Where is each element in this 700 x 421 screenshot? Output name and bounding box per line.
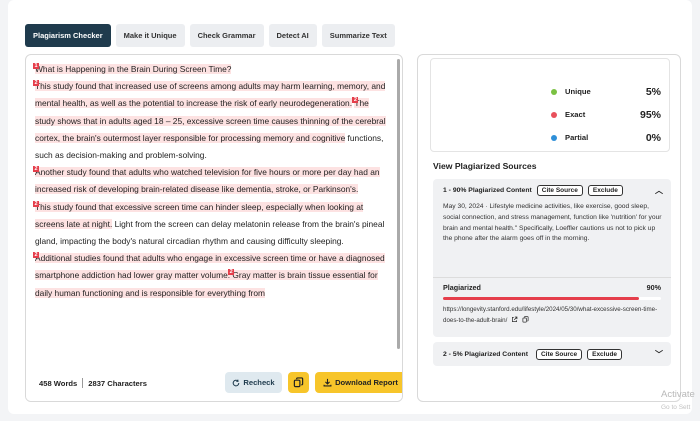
download-icon	[323, 378, 332, 387]
source-card-2: 2 - 5% Plagiarized Content Cite Source E…	[433, 342, 671, 366]
unique-dot	[551, 88, 557, 95]
recheck-button[interactable]: Recheck	[225, 372, 282, 393]
copy-link-icon[interactable]	[522, 316, 529, 323]
stat-percent: 0%	[645, 131, 661, 144]
source-heading: 1 - 90% Plagiarized Content	[443, 187, 532, 194]
source-card-header[interactable]: 2 - 5% Plagiarized Content Cite Source E…	[443, 349, 663, 360]
highlighted-text[interactable]: What is Happening in the Brain During Sc…	[35, 64, 232, 74]
download-label: Download Report	[335, 378, 398, 387]
cite-source-button[interactable]: Cite Source	[536, 185, 583, 196]
stat-exact: Exact 95%	[551, 108, 661, 121]
plagiarized-row: Plagiarized 90%	[443, 283, 661, 292]
activation-watermark-subtext: Go to Sett	[661, 404, 691, 411]
exact-dot	[551, 111, 557, 118]
editor-content[interactable]: 1 What is Happening in the Brain During S…	[33, 61, 391, 302]
stat-partial: Partial 0%	[551, 131, 661, 144]
source-url-text[interactable]: https://longevity.stanford.edu/lifestyle…	[443, 306, 657, 324]
stat-percent: 5%	[645, 85, 661, 98]
divider	[433, 277, 671, 278]
exclude-button[interactable]: Exclude	[587, 349, 623, 360]
paragraph-3: 2 Another study found that adults who wat…	[33, 166, 380, 195]
source-url[interactable]: https://longevity.stanford.edu/lifestyle…	[443, 305, 665, 327]
chevron-down-icon[interactable]: ﹀	[655, 349, 663, 360]
plagiarized-label: Plagiarized	[443, 283, 481, 292]
tab-summarize-text[interactable]: Summarize Text	[321, 24, 395, 47]
source-excerpt: May 30, 2024 · Lifestyle medicine activi…	[443, 203, 662, 243]
results-panel: Unique 5% Exact 95% Partial 0% View Plag…	[417, 54, 681, 402]
chevron-up-icon[interactable]: ︿	[655, 185, 663, 196]
partial-dot	[551, 134, 557, 141]
tab-make-it-unique[interactable]: Make it Unique	[115, 24, 185, 47]
tab-detect-ai[interactable]: Detect AI	[268, 24, 317, 47]
stat-unique: Unique 5%	[551, 85, 661, 98]
source-card-1: 1 - 90% Plagiarized Content Cite Source …	[433, 179, 671, 337]
tab-check-grammar[interactable]: Check Grammar	[189, 24, 264, 47]
sources-title: View Plagiarized Sources	[433, 161, 537, 171]
refresh-icon	[233, 379, 240, 386]
activation-watermark: Activate	[661, 389, 695, 400]
plagiarized-progress-fill	[443, 297, 640, 300]
paragraph-2: 2 This study found that increased use of …	[33, 80, 386, 161]
score-summary: Unique 5% Exact 95% Partial 0%	[430, 58, 670, 152]
source-heading: 2 - 5% Plagiarized Content	[443, 351, 528, 358]
download-report-button[interactable]: Download Report	[315, 372, 402, 393]
source-card-header[interactable]: 1 - 90% Plagiarized Content Cite Source …	[443, 185, 663, 196]
stat-label: Exact	[565, 110, 586, 119]
tool-tabs: Plagiarism Checker Make it Unique Check …	[25, 24, 395, 47]
copy-icon	[293, 377, 304, 388]
tab-plagiarism-checker[interactable]: Plagiarism Checker	[25, 24, 111, 47]
cite-source-button[interactable]: Cite Source	[535, 349, 583, 360]
paragraph-1: 1 What is Happening in the Brain During S…	[33, 63, 232, 74]
stat-percent: 95%	[639, 108, 661, 121]
plagiarized-progress	[443, 297, 661, 300]
main-panel: Plagiarism Checker Make it Unique Check …	[8, 0, 692, 414]
divider	[82, 378, 84, 388]
paragraph-5: 2 Additional studies found that adults wh…	[33, 252, 385, 298]
highlighted-text[interactable]: Another study found that adults who watc…	[35, 167, 380, 195]
editor-scrollbar[interactable]	[397, 59, 400, 349]
character-count: 2837 Characters	[88, 378, 147, 388]
highlighted-text[interactable]: This study found that increased use of s…	[35, 81, 386, 109]
exclude-button[interactable]: Exclude	[587, 185, 623, 196]
text-editor[interactable]: 1 What is Happening in the Brain During S…	[25, 54, 403, 402]
editor-footer: 458 Words 2837 Characters Recheck Downlo…	[26, 365, 402, 401]
plagiarized-percent: 90%	[646, 283, 661, 292]
stat-label: Partial	[565, 133, 589, 142]
stat-label: Unique	[565, 87, 591, 96]
word-count: 458 Words	[39, 378, 78, 388]
external-link-icon[interactable]	[511, 316, 518, 323]
copy-button[interactable]	[288, 372, 309, 393]
recheck-label: Recheck	[243, 378, 275, 387]
paragraph-4: 2 This study found that excessive screen …	[33, 200, 385, 247]
